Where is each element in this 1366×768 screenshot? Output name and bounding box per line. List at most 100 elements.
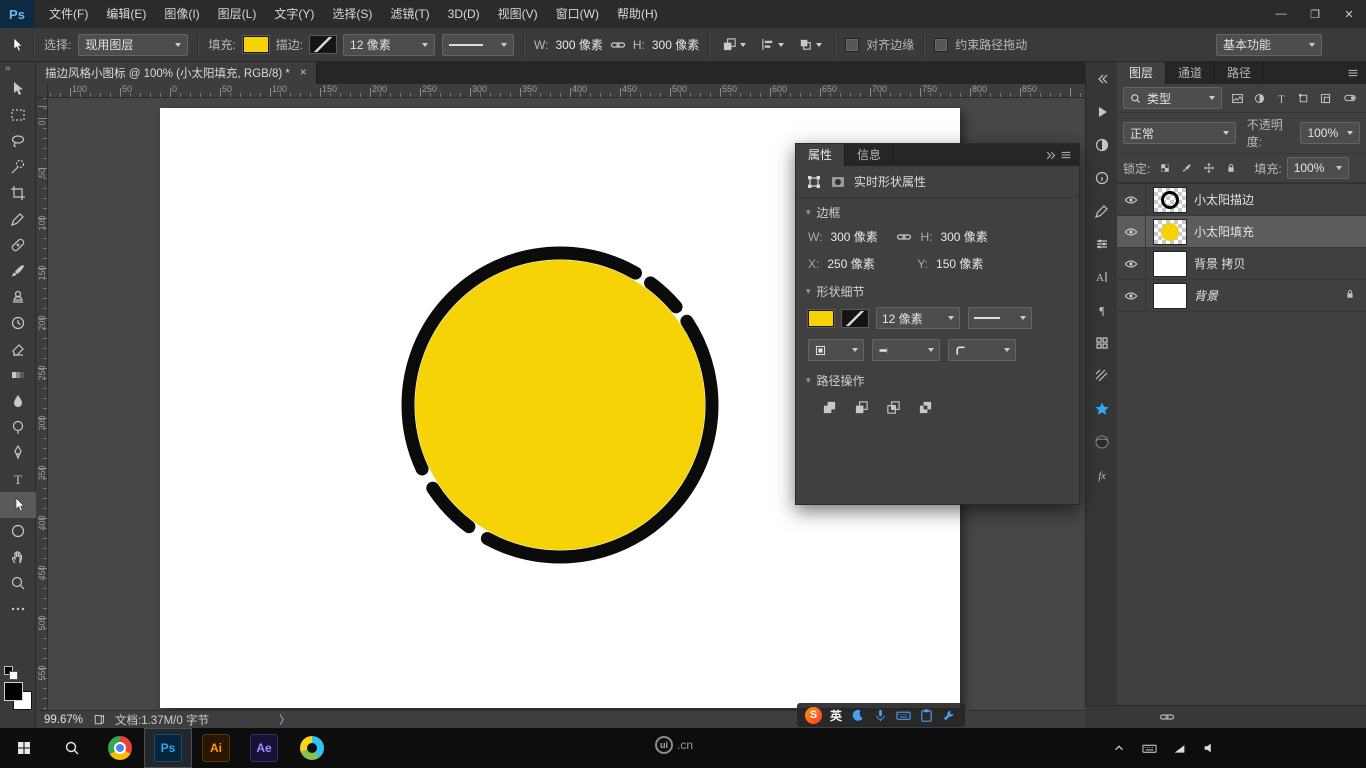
link-dimensions-icon[interactable]: [610, 37, 626, 53]
lock-transparency[interactable]: [1155, 159, 1175, 177]
layer-row[interactable]: 背景 拷贝: [1117, 248, 1366, 280]
minimize-button[interactable]: —: [1264, 0, 1298, 28]
layer-thumbnail[interactable]: [1153, 251, 1187, 277]
quick-select-tool[interactable]: [0, 154, 36, 180]
workspace-dropdown[interactable]: 基本功能: [1216, 34, 1322, 56]
ellipse-tool[interactable]: [0, 518, 36, 544]
tab-layers[interactable]: 图层: [1117, 62, 1166, 84]
lock-position[interactable]: [1199, 159, 1219, 177]
stroke-width-dropdown[interactable]: 12 像素: [343, 34, 435, 56]
character-panel[interactable]: A: [1089, 264, 1115, 290]
history-brush-tool[interactable]: [0, 310, 36, 336]
filter-smart-objects[interactable]: [1315, 89, 1335, 107]
default-colors-icon[interactable]: [4, 666, 16, 678]
path-operations-dropdown[interactable]: [719, 35, 749, 54]
path-operations-section-header[interactable]: ▾ 路径操作: [796, 366, 1079, 391]
collapse-panels[interactable]: [1089, 66, 1115, 92]
layer-visibility-toggle[interactable]: [1117, 248, 1146, 279]
bounds-section-header[interactable]: ▾ 边框: [796, 198, 1079, 223]
mask-icon[interactable]: [830, 174, 846, 190]
stroke-cap-dropdown[interactable]: [872, 339, 940, 361]
layer-name[interactable]: 小太阳描边: [1194, 191, 1254, 208]
menu-item-6[interactable]: 选择(S): [323, 0, 381, 28]
sogou-logo[interactable]: S: [805, 707, 822, 724]
filter-adjustment-layers[interactable]: [1249, 89, 1269, 107]
libraries-panel[interactable]: [1089, 396, 1115, 422]
fill-color-swatch[interactable]: [243, 36, 269, 53]
shape-height-field[interactable]: 300 像素: [940, 228, 998, 245]
touch-keyboard-icon[interactable]: [1142, 741, 1157, 756]
hand-tool[interactable]: [0, 544, 36, 570]
styles-panel[interactable]: fx: [1089, 462, 1115, 488]
filter-type-layers[interactable]: T: [1271, 89, 1291, 107]
move-tool[interactable]: [0, 76, 36, 102]
start-button[interactable]: [0, 728, 48, 768]
show-hidden-icons-chevron[interactable]: [1112, 741, 1126, 755]
opacity-dropdown[interactable]: 100%: [1300, 122, 1360, 144]
gradient-tool[interactable]: [0, 362, 36, 388]
zoom-tool[interactable]: [0, 570, 36, 596]
tab-properties[interactable]: 属性: [796, 144, 845, 166]
zoom-level-field[interactable]: 99.67%: [44, 714, 83, 726]
fill-color-swatch[interactable]: [808, 310, 834, 327]
intersect-shapes-button[interactable]: [880, 396, 906, 418]
lasso-tool[interactable]: [0, 128, 36, 154]
menu-item-10[interactable]: 窗口(W): [547, 0, 608, 28]
shape-x-field[interactable]: 250 像素: [827, 255, 885, 272]
layer-row[interactable]: 小太阳填充: [1117, 216, 1366, 248]
panel-menu-icon[interactable]: [1346, 66, 1360, 80]
layer-thumbnail[interactable]: [1153, 187, 1187, 213]
tab-channels[interactable]: 通道: [1166, 62, 1215, 84]
color-sampler-panel[interactable]: [1089, 198, 1115, 224]
taskbar-illustrator-icon[interactable]: Ai: [192, 728, 240, 768]
layer-row[interactable]: 小太阳描边: [1117, 184, 1366, 216]
layer-row[interactable]: 背景: [1117, 280, 1366, 312]
menu-item-7[interactable]: 滤镜(T): [381, 0, 438, 28]
menu-item-9[interactable]: 视图(V): [489, 0, 547, 28]
sun-fill-circle[interactable]: [415, 260, 705, 550]
collapse-toolbar-button[interactable]: »: [0, 62, 35, 76]
blur-tool[interactable]: [0, 388, 36, 414]
volume-icon[interactable]: [1202, 741, 1216, 755]
filter-shape-layers[interactable]: [1293, 89, 1313, 107]
link-layers-icon[interactable]: [1159, 709, 1175, 725]
layer-thumbnail[interactable]: [1153, 283, 1187, 309]
sliders-panel[interactable]: [1089, 231, 1115, 257]
panel-menu-icon[interactable]: [1059, 148, 1073, 162]
eyedropper-tool[interactable]: [0, 206, 36, 232]
taskbar-search-button[interactable]: [48, 728, 96, 768]
stroke-align-dropdown[interactable]: [808, 339, 864, 361]
paragraph-panel[interactable]: ¶: [1089, 297, 1115, 323]
lock-all[interactable]: [1221, 159, 1241, 177]
taskbar-app-icon[interactable]: [288, 728, 336, 768]
tab-info[interactable]: 信息: [845, 144, 894, 166]
layer-filter-switch[interactable]: [1340, 89, 1360, 107]
layer-visibility-toggle[interactable]: [1117, 184, 1146, 215]
align-edges-checkbox[interactable]: [845, 38, 859, 52]
path-select-tool[interactable]: [0, 492, 36, 518]
filter-pixel-layers[interactable]: [1227, 89, 1247, 107]
stroke-corner-dropdown[interactable]: [948, 339, 1016, 361]
menu-item-4[interactable]: 图层(L): [209, 0, 266, 28]
stroke-type-dropdown[interactable]: [968, 307, 1032, 329]
stroke-type-dropdown[interactable]: [442, 34, 514, 56]
status-expand-arrow[interactable]: 〉: [279, 712, 291, 728]
menu-item-1[interactable]: 文件(F): [40, 0, 97, 28]
mic-icon[interactable]: [873, 708, 888, 723]
subtract-front-shape-button[interactable]: [848, 396, 874, 418]
moon-icon[interactable]: [850, 708, 865, 723]
layer-thumbnail[interactable]: [1153, 219, 1187, 245]
dodge-tool[interactable]: [0, 414, 36, 440]
clone-stamp-tool[interactable]: [0, 284, 36, 310]
lock-pixels[interactable]: [1177, 159, 1197, 177]
shape-y-field[interactable]: 150 像素: [936, 255, 994, 272]
collapse-panel-icon[interactable]: [1044, 149, 1057, 162]
marquee-tool[interactable]: [0, 102, 36, 128]
clipboard-icon[interactable]: [919, 708, 934, 723]
pen-tool[interactable]: [0, 440, 36, 466]
taskbar-photoshop-icon[interactable]: Ps: [144, 728, 192, 768]
foreground-color-swatch[interactable]: [4, 682, 23, 701]
layer-name[interactable]: 背景: [1194, 287, 1218, 304]
tab-paths[interactable]: 路径: [1215, 62, 1264, 84]
path-alignment-dropdown[interactable]: [757, 35, 787, 54]
